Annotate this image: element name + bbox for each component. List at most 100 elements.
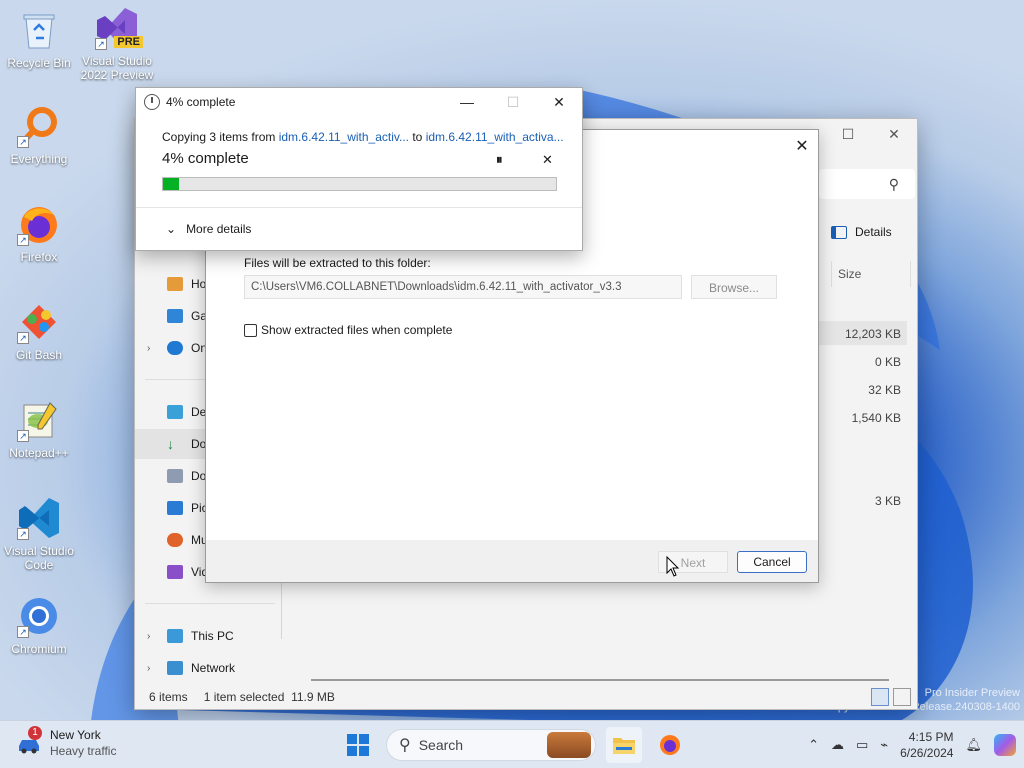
divider xyxy=(136,207,582,208)
size-header-label: Size xyxy=(838,267,862,281)
taskbar-apps: ⚲ Search xyxy=(340,727,688,763)
desktop-icon-everything[interactable]: ↗ Everything xyxy=(1,104,77,166)
more-details-toggle[interactable]: ⌄ More details xyxy=(166,222,251,236)
taskbar-firefox[interactable] xyxy=(652,727,688,763)
clock[interactable]: 4:15 PM 6/26/2024 xyxy=(900,729,953,761)
taskbar-search[interactable]: ⚲ Search xyxy=(386,729,596,761)
git-bash-icon: ↗ xyxy=(17,300,61,344)
details-label: Details xyxy=(855,225,892,239)
start-button[interactable] xyxy=(340,727,376,763)
maximize-icon: ☐ xyxy=(506,93,520,110)
sidebar-item-this-pc[interactable]: › This PC xyxy=(135,621,275,651)
chromium-icon: ↗ xyxy=(17,594,61,638)
taskbar-file-explorer[interactable] xyxy=(606,727,642,763)
chevron-right-icon[interactable]: › xyxy=(147,343,150,354)
download-icon: ↓ xyxy=(167,436,174,452)
destination-link[interactable]: idm.6.42.11_with_activa... xyxy=(426,130,564,144)
dialog-title-text: 4% complete xyxy=(166,95,236,109)
notepad-plus-plus-icon: ↗ xyxy=(17,398,61,442)
desktop-icon-label: Everything xyxy=(10,152,68,166)
sidebar-item-label: This PC xyxy=(191,629,234,643)
chevron-right-icon[interactable]: › xyxy=(147,663,150,674)
show-extracted-files-checkbox[interactable]: Show extracted files when complete xyxy=(244,323,452,337)
horizontal-scrollbar[interactable] xyxy=(311,679,889,681)
minimize-icon[interactable]: — xyxy=(444,88,490,116)
desktop-icon-chromium[interactable]: ↗ Chromium xyxy=(1,594,77,656)
onedrive-offline-icon[interactable]: ☁ xyxy=(831,737,844,753)
copy-progress-bar xyxy=(162,177,557,191)
details-view-icon[interactable] xyxy=(871,688,889,706)
copy-prefix: Copying 3 items from xyxy=(162,130,279,144)
selection-info: 1 item selected 11.9 MB xyxy=(204,690,335,704)
music-icon xyxy=(167,533,183,547)
display-icon[interactable]: ▭ xyxy=(856,737,868,753)
desktop-icon-recycle-bin[interactable]: Recycle Bin xyxy=(1,8,77,70)
copilot-icon[interactable] xyxy=(994,734,1016,756)
close-icon[interactable]: ✕ xyxy=(871,119,917,149)
source-link[interactable]: idm.6.42.11_with_activ... xyxy=(279,130,409,144)
title-buttons: — ☐ ✕ xyxy=(444,88,582,116)
browse-button[interactable]: Browse... xyxy=(691,275,777,299)
pictures-icon xyxy=(167,501,183,515)
mouse-cursor-icon xyxy=(666,556,680,577)
close-icon[interactable]: ✕ xyxy=(790,134,814,158)
sidebar-item-network[interactable]: › Network xyxy=(135,653,275,683)
chevron-down-icon: ⌄ xyxy=(166,222,177,236)
checkbox-icon[interactable] xyxy=(244,323,257,337)
desktop-icon-notepad-plus-plus[interactable]: ↗ Notepad++ xyxy=(1,398,77,460)
clock-icon xyxy=(144,94,160,110)
desktop-icon-label: Firefox xyxy=(20,250,58,264)
weather-widget[interactable]: 1 New York Heavy traffic xyxy=(16,726,116,759)
weather-city: New York xyxy=(50,728,101,742)
chevron-right-icon[interactable]: › xyxy=(147,631,150,642)
cancel-button[interactable]: Cancel xyxy=(737,551,807,573)
column-header-size[interactable]: Size xyxy=(831,261,911,287)
sidebar-item-label: Network xyxy=(191,661,236,675)
dialog-footer: Next Cancel xyxy=(206,540,818,582)
time: 4:15 PM xyxy=(908,730,954,744)
notification-badge: 1 xyxy=(28,726,42,740)
selected-size: 11.9 MB xyxy=(291,690,335,704)
selected-count: 1 item selected xyxy=(203,690,285,704)
search-icon: ⚲ xyxy=(399,737,411,754)
desktop-icon-label: Visual Studio 2022 Preview xyxy=(80,54,154,82)
everything-search-icon: ↗ xyxy=(17,104,61,148)
desktop-icon-label: Git Bash xyxy=(15,348,63,362)
cancel-copy-button[interactable]: ✕ xyxy=(542,152,553,168)
desktop-icon-visual-studio-preview[interactable]: PRE ↗ Visual Studio 2022 Preview xyxy=(79,6,155,82)
documents-icon xyxy=(167,469,183,483)
details-pane-button[interactable]: Details xyxy=(831,225,892,239)
videos-icon xyxy=(167,565,183,579)
shortcut-arrow-icon: ↗ xyxy=(17,430,29,442)
desktop-icon-git-bash[interactable]: ↗ Git Bash xyxy=(1,300,77,362)
visual-studio-icon: PRE ↗ xyxy=(95,6,143,50)
explorer-search-box[interactable]: ⚲ xyxy=(819,169,915,199)
item-count: 6 items xyxy=(149,690,188,704)
close-icon[interactable]: ✕ xyxy=(536,88,582,116)
explorer-title-buttons: ☐ ✕ xyxy=(825,119,917,149)
system-tray: ⌃ ☁ ▭ ⌁ 4:15 PM 6/26/2024 🔔︎ xyxy=(808,721,1024,768)
copy-progress-dialog[interactable]: 4% complete — ☐ ✕ Copying 3 items from i… xyxy=(135,87,583,251)
shortcut-arrow-icon: ↗ xyxy=(95,38,107,50)
network-icon xyxy=(167,661,183,675)
view-toggle xyxy=(871,688,911,706)
desktop-icon-label: Chromium xyxy=(11,642,67,656)
shortcut-arrow-icon: ↗ xyxy=(17,528,29,540)
desktop-icon-vscode[interactable]: ↗ Visual Studio Code xyxy=(1,496,77,572)
network-icon[interactable]: ⌁ xyxy=(880,737,888,753)
copy-description: Copying 3 items from idm.6.42.11_with_ac… xyxy=(162,130,564,144)
gallery-icon xyxy=(167,309,183,323)
status-bar: 6 items 1 item selected 11.9 MB xyxy=(135,685,917,709)
destination-label: Files will be extracted to this folder: xyxy=(244,256,431,270)
search-highlight-icon xyxy=(547,732,591,758)
onedrive-icon xyxy=(167,341,183,355)
pause-button[interactable]: ⏸ xyxy=(496,152,503,168)
tiles-view-icon[interactable] xyxy=(893,688,911,706)
chevron-up-icon[interactable]: ⌃ xyxy=(808,737,819,753)
destination-path-input[interactable]: C:\Users\VM6.COLLABNET\Downloads\idm.6.4… xyxy=(244,275,682,299)
notification-bell-icon[interactable]: 🔔︎ xyxy=(965,737,982,753)
windows-logo-icon xyxy=(347,734,369,756)
maximize-icon[interactable]: ☐ xyxy=(825,119,871,149)
desktop-icon-firefox[interactable]: ↗ Firefox xyxy=(1,202,77,264)
shortcut-arrow-icon: ↗ xyxy=(17,332,29,344)
